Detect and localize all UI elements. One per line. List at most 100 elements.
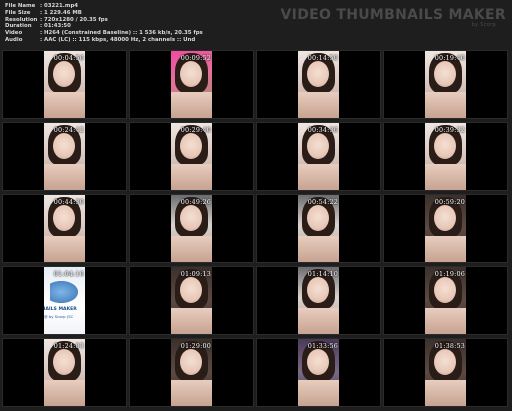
thumbnail-timestamp: 00:24:42 (53, 126, 84, 134)
header: File Name : 03221.mp4 File Size : 1 229.46… (0, 0, 512, 48)
thumbnail-cell[interactable]: 00:19:46 (383, 50, 508, 119)
thumbnail-figure-body (298, 308, 339, 334)
info-label: Audio (5, 36, 23, 43)
thumbnail-timestamp: 01:33:56 (307, 342, 338, 350)
info-label: File Size (5, 9, 31, 16)
info-value: : 03221.mp4 (40, 3, 79, 9)
thumbnail-cell[interactable]: 00:04:56 (2, 50, 127, 119)
thumbnail-cell[interactable]: 00:24:42 (2, 122, 127, 191)
thumbnail-cell[interactable]: 01:09:13 (129, 266, 254, 335)
info-label: File Name (5, 3, 36, 9)
info-row: File Size : 1 229.46 MB (5, 10, 203, 17)
thumbnail-cell[interactable]: 01:38:53 (383, 338, 508, 407)
thumbnail-figure-body (425, 308, 466, 334)
thumbnail-figure-body (171, 380, 212, 406)
thumbnail-figure-body (298, 92, 339, 118)
thumbnail-timestamp: 00:14:50 (307, 54, 338, 62)
info-value: : 720x1280 / 20.35 fps (40, 16, 108, 23)
thumbnail-figure-face (53, 349, 75, 375)
thumbnail-timestamp: 00:29:40 (180, 126, 211, 134)
info-row: File Name : 03221.mp4 (5, 3, 203, 10)
info-value: : 01:43:50 (40, 23, 71, 30)
thumbnail-timestamp: 00:09:52 (180, 54, 211, 62)
thumbnail-figure-face (307, 61, 329, 87)
thumbnail-cell[interactable]: 00:34:36 (256, 122, 381, 191)
info-row: Audio : AAC (LC) :: 115 kbps, 48000 Hz, 2… (5, 37, 203, 44)
thumbnail-cell[interactable]: 00:14:50 (256, 50, 381, 119)
info-row: Duration : 01:43:50 (5, 23, 203, 30)
thumbnail-figure-face (307, 349, 329, 375)
thumbnail-figure-body (298, 164, 339, 190)
thumbnail-timestamp: 01:29:00 (180, 342, 211, 350)
thumbnail-figure-face (53, 133, 75, 159)
thumbnail-figure-body (44, 92, 85, 118)
thumbnail-figure-body (425, 380, 466, 406)
brand-logo: VIDEO THUMBNAILS MAKER by Scorp (281, 8, 506, 28)
logo-overlay-text: BNAILS MAKER (44, 307, 77, 312)
thumbnail-cell[interactable]: 00:54:22 (256, 194, 381, 263)
thumbnail-timestamp: 01:38:53 (434, 342, 465, 350)
thumbnail-figure-body (171, 236, 212, 262)
thumbnail-figure-face (180, 61, 202, 87)
thumbnail-cell[interactable]: 00:29:40 (129, 122, 254, 191)
thumbnail-timestamp: 00:04:56 (53, 54, 84, 62)
info-label: Video (5, 30, 23, 37)
info-label: Duration (5, 23, 32, 30)
thumbnail-timestamp: 00:39:32 (434, 126, 465, 134)
thumbnail-timestamp: 00:34:36 (307, 126, 338, 134)
thumbnail-timestamp: 00:59:20 (434, 198, 465, 206)
thumbnail-cell[interactable]: 01:24:03 (2, 338, 127, 407)
thumbnail-figure-face (180, 133, 202, 159)
thumbnail-grid: 00:04:56 00:09:52 00:14:50 00:19:46 00:24:42… (2, 50, 510, 408)
thumbnail-figure-body (44, 164, 85, 190)
file-info: File Name : 03221.mp4 File Size : 1 229.46… (5, 3, 203, 44)
thumbnail-figure-face (434, 349, 456, 375)
thumbnail-timestamp: 00:44:30 (53, 198, 84, 206)
thumbnail-figure-body (44, 380, 85, 406)
thumbnail-timestamp: 01:14:10 (307, 270, 338, 278)
thumbnail-figure-body (171, 308, 212, 334)
thumbnail-figure-body (425, 92, 466, 118)
info-row: Video : H264 (Constrained Baseline) :: 1 … (5, 30, 203, 37)
thumbnail-figure-face (180, 277, 202, 303)
thumbnail-figure-face (180, 349, 202, 375)
thumbnail-cell[interactable]: 01:33:56 (256, 338, 381, 407)
thumbnail-figure-face (434, 205, 456, 231)
thumbnail-timestamp: 01:24:03 (53, 342, 84, 350)
thumbnail-cell[interactable]: 00:59:20 (383, 194, 508, 263)
brand-title: VIDEO THUMBNAILS MAKER (280, 7, 506, 23)
info-row: Resolution: 720x1280 / 20.35 fps (5, 17, 203, 24)
thumbnail-figure-face (307, 205, 329, 231)
info-value: : AAC (LC) :: 115 kbps, 48000 Hz, 2 chan… (40, 36, 196, 43)
info-value: : H264 (Constrained Baseline) :: 1 536 k… (40, 30, 203, 37)
thumbnail-cell[interactable]: 01:29:00 (129, 338, 254, 407)
thumbnail-figure-body (171, 164, 212, 190)
thumbnail-timestamp: 01:09:13 (180, 270, 211, 278)
info-label: Resolution (5, 16, 38, 23)
thumbnail-timestamp: 01:04:16 (53, 270, 84, 278)
thumbnail-cell[interactable]: BNAILS MAKER R @ by Scorp (SC 01:04:16 (2, 266, 127, 335)
thumbnail-figure-body (44, 236, 85, 262)
thumbnail-cell[interactable]: 00:39:32 (383, 122, 508, 191)
thumbnail-timestamp: 01:19:06 (434, 270, 465, 278)
info-value: : 1 229.46 MB (40, 9, 82, 16)
thumbnail-figure-face (53, 205, 75, 231)
thumbnail-cell[interactable]: 00:49:26 (129, 194, 254, 263)
logo-overlay-sub: R @ by Scorp (SC (44, 314, 74, 319)
thumbnail-figure-face (307, 277, 329, 303)
thumbnail-figure-face (434, 133, 456, 159)
thumbnail-cell[interactable]: 01:19:06 (383, 266, 508, 335)
thumbnail-cell[interactable]: 00:44:30 (2, 194, 127, 263)
thumbnail-figure-face (53, 61, 75, 87)
thumbnail-figure-face (434, 61, 456, 87)
thumbnail-figure-face (307, 133, 329, 159)
thumbnail-figure-body (298, 380, 339, 406)
thumbnail-timestamp: 00:54:22 (307, 198, 338, 206)
thumbnail-figure-body (425, 236, 466, 262)
thumbnail-figure-body (298, 236, 339, 262)
thumbnail-timestamp: 00:19:46 (434, 54, 465, 62)
thumbnail-cell[interactable]: 01:14:10 (256, 266, 381, 335)
thumbnail-cell[interactable]: 00:09:52 (129, 50, 254, 119)
bird-logo-icon (50, 281, 78, 303)
thumbnail-figure-body (171, 92, 212, 118)
